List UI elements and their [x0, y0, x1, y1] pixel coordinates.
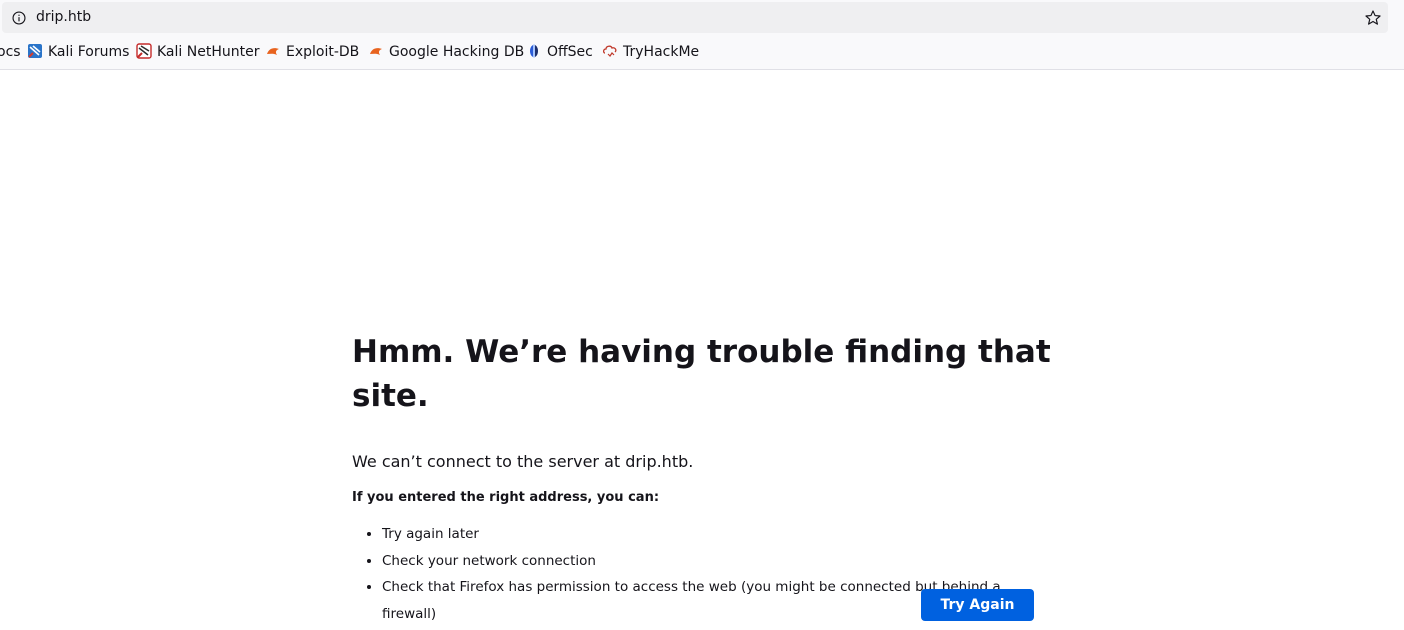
- bookmark-kali-docs[interactable]: ocs: [0, 36, 21, 68]
- suggestions-heading: If you entered the right address, you ca…: [352, 490, 660, 505]
- suggestion-item: Check your network connection: [382, 548, 1052, 575]
- try-again-button[interactable]: Try Again: [921, 589, 1034, 621]
- bookmark-google-hacking-db[interactable]: Google Hacking DB: [368, 36, 524, 68]
- exploit-db-icon: [267, 48, 279, 55]
- tryhackme-icon: [602, 45, 617, 57]
- bookmark-kali-forums[interactable]: Kali Forums: [27, 36, 129, 68]
- bookmark-offsec[interactable]: OffSec: [526, 36, 593, 68]
- bookmarks-toolbar: ocs Kali Forums Kali NetHunter Exploit-D…: [0, 36, 1404, 68]
- kali-nethunter-icon: [136, 43, 152, 59]
- offsec-icon: [530, 44, 538, 58]
- bookmark-label: Google Hacking DB: [389, 44, 525, 60]
- bookmark-label: ocs: [0, 44, 21, 60]
- url-text[interactable]: drip.htb: [36, 2, 91, 33]
- info-icon[interactable]: [12, 11, 26, 25]
- suggestion-item: Try again later: [382, 521, 1052, 548]
- google-hacking-db-icon: [370, 48, 382, 55]
- bookmark-star-icon[interactable]: [1364, 9, 1382, 27]
- error-title: Hmm. We’re having trouble finding that s…: [352, 334, 1051, 414]
- bookmark-label: OffSec: [547, 44, 593, 60]
- address-bar[interactable]: drip.htb: [2, 2, 1388, 33]
- kali-forums-icon: [28, 44, 42, 58]
- bookmark-label: Kali Forums: [48, 44, 130, 60]
- bookmark-label: TryHackMe: [623, 44, 700, 60]
- error-content: Hmm. We’re having trouble finding that s…: [352, 330, 1052, 627]
- bookmark-label: Kali NetHunter: [157, 44, 260, 60]
- bookmark-exploit-db[interactable]: Exploit-DB: [265, 36, 359, 68]
- bookmark-kali-nethunter[interactable]: Kali NetHunter: [136, 36, 259, 68]
- bookmark-tryhackme[interactable]: TryHackMe: [602, 36, 699, 68]
- browser-toolbar: drip.htb ocs Kali Forums Kali NetHunter: [0, 0, 1404, 70]
- bookmark-label: Exploit-DB: [286, 44, 360, 60]
- error-description: We can’t connect to the server at drip.h…: [352, 452, 694, 471]
